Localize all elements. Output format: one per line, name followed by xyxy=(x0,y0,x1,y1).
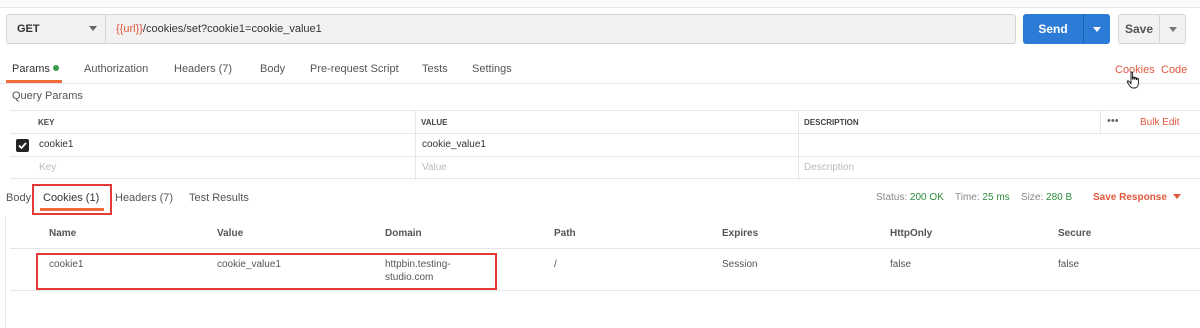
size-label: Size: xyxy=(1021,192,1044,203)
column-divider xyxy=(798,157,799,180)
time-info: Time: 25 ms xyxy=(955,192,1010,203)
row-checkbox[interactable] xyxy=(16,139,29,152)
method-label: GET xyxy=(17,23,40,35)
description-placeholder[interactable]: Description xyxy=(804,162,854,173)
more-options-icon[interactable]: ••• xyxy=(1107,115,1119,127)
column-name: Name xyxy=(49,228,77,239)
param-key-cell[interactable]: cookie1 xyxy=(39,139,73,150)
new-param-row: Key Value Description xyxy=(10,156,1200,180)
column-divider xyxy=(798,134,799,157)
tab-headers[interactable]: Headers (7) xyxy=(174,63,232,75)
response-tab-headers[interactable]: Headers (7) xyxy=(115,192,173,204)
column-path: Path xyxy=(554,228,576,239)
save-response-button[interactable]: Save Response xyxy=(1093,192,1181,203)
chevron-down-icon xyxy=(1172,194,1181,199)
params-header-row: KEY VALUE DESCRIPTION ••• Bulk Edit xyxy=(10,110,1200,134)
checkmark-icon xyxy=(18,142,27,150)
query-params-title: Query Params xyxy=(12,90,83,102)
save-options-chevron-icon[interactable] xyxy=(1169,26,1177,32)
response-tab-test-results[interactable]: Test Results xyxy=(189,192,249,204)
table-row: cookie1 cookie_value1 xyxy=(10,133,1200,157)
time-label: Time: xyxy=(955,192,980,203)
cookie-expires-cell: Session xyxy=(722,259,758,270)
tab-settings[interactable]: Settings xyxy=(472,63,512,75)
request-tabs: Params Authorization Headers (7) Body Pr… xyxy=(0,56,1200,84)
send-label: Send xyxy=(1038,22,1068,36)
code-link[interactable]: Code xyxy=(1161,64,1187,76)
save-divider xyxy=(1159,15,1160,43)
column-divider xyxy=(415,134,416,157)
tab-params-label: Params xyxy=(12,63,50,75)
column-secure: Secure xyxy=(1058,228,1092,239)
send-options-chevron-icon[interactable] xyxy=(1093,26,1101,32)
window-top-strip xyxy=(0,0,1200,8)
bulk-edit-link[interactable]: Bulk Edit xyxy=(1140,117,1179,128)
status-label: Status: xyxy=(876,192,908,203)
highlight-box-cookie-row xyxy=(36,253,497,290)
header-description: DESCRIPTION xyxy=(804,118,859,127)
column-divider xyxy=(415,111,416,134)
key-placeholder[interactable]: Key xyxy=(39,162,56,173)
header-value: VALUE xyxy=(421,118,448,127)
panel-divider xyxy=(5,216,6,328)
column-expires: Expires xyxy=(722,228,759,239)
column-value: Value xyxy=(217,228,244,239)
send-divider xyxy=(1083,14,1084,44)
cookie-httponly-cell: false xyxy=(890,259,912,270)
url-variable: {{url}} xyxy=(116,23,143,35)
highlight-box-cookies-tab xyxy=(32,184,112,215)
column-domain: Domain xyxy=(385,228,422,239)
tab-tests[interactable]: Tests xyxy=(422,63,448,75)
time-value: 25 ms xyxy=(982,192,1010,203)
send-button[interactable]: Send xyxy=(1023,14,1110,44)
tab-authorization[interactable]: Authorization xyxy=(84,63,148,75)
url-path: /cookies/set?cookie1=cookie_value1 xyxy=(142,23,322,35)
column-httponly: HttpOnly xyxy=(890,228,933,239)
params-indicator-dot xyxy=(52,65,59,71)
tab-params[interactable]: Params xyxy=(12,63,59,75)
status-info: Status: 200 OK xyxy=(876,192,944,203)
value-placeholder[interactable]: Value xyxy=(422,162,447,173)
param-value-cell[interactable]: cookie_value1 xyxy=(422,139,486,150)
response-tab-body[interactable]: Body xyxy=(6,192,31,204)
response-tabs: Body Cookies (1) Headers (7) Test Result… xyxy=(0,184,1200,214)
hand-cursor-icon xyxy=(1126,71,1139,89)
save-label: Save xyxy=(1124,22,1154,36)
save-response-label: Save Response xyxy=(1093,192,1167,203)
tab-pre-request-script[interactable]: Pre-request Script xyxy=(310,63,399,75)
row-divider xyxy=(10,290,1200,291)
column-divider xyxy=(415,157,416,180)
header-key: KEY xyxy=(38,118,55,127)
size-value: 280 B xyxy=(1046,192,1073,203)
column-divider xyxy=(1100,111,1101,134)
tab-body[interactable]: Body xyxy=(260,63,285,75)
column-divider xyxy=(798,111,799,134)
header-divider xyxy=(10,248,1200,249)
cookie-secure-cell: false xyxy=(1058,259,1080,270)
method-select[interactable]: GET xyxy=(6,14,106,44)
params-active-underline xyxy=(6,80,62,83)
status-value: 200 OK xyxy=(909,192,944,203)
save-button[interactable]: Save xyxy=(1118,14,1186,44)
url-input[interactable]: {{url}}/cookies/set?cookie1=cookie_value… xyxy=(106,14,1016,44)
chevron-down-icon xyxy=(89,26,97,31)
size-info: Size: 280 B xyxy=(1021,192,1072,203)
cookie-path-cell: / xyxy=(554,259,557,270)
